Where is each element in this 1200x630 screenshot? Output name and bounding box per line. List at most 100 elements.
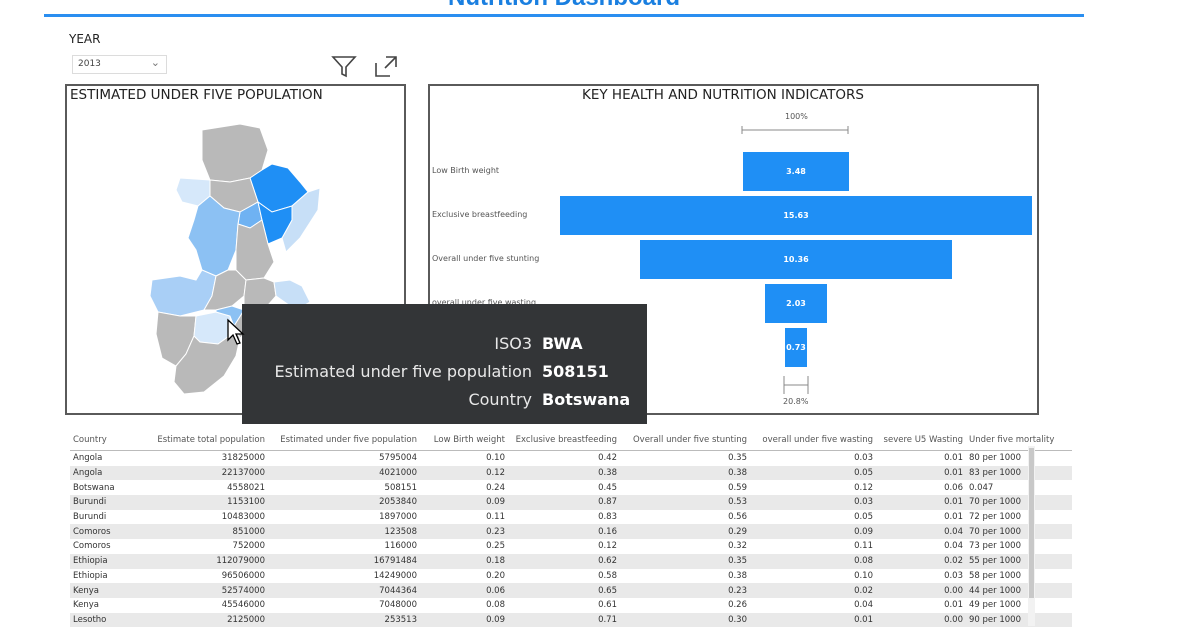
table-column-header[interactable]: overall under five wasting — [750, 430, 876, 451]
table-cell: 10483000 — [221, 512, 265, 523]
table-row[interactable]: Comoros 752000 116000 0.25 0.12 0.32 0.11 0.04 7… — [70, 539, 1072, 554]
table-cell: 0.11 — [854, 541, 873, 552]
table-column-header[interactable]: Overall under five stunting — [620, 430, 750, 451]
year-dropdown[interactable]: 2013 ⌄ — [72, 55, 167, 74]
table-cell: 0.03 — [854, 453, 873, 464]
table-cell: 1153100 — [144, 495, 268, 510]
table-cell: 0.00 — [876, 612, 966, 628]
table-row[interactable]: Burundi 10483000 1897000 0.11 0.83 0.56 0.05 0.… — [70, 510, 1072, 525]
table-cell: 0.18 — [420, 553, 508, 569]
table-cell: 0.83 — [598, 512, 617, 523]
table-row[interactable]: Angola 22137000 4021000 0.12 0.38 0.38 0.05 0.0… — [70, 465, 1072, 481]
funnel-bar[interactable]: 10.36 — [639, 240, 953, 279]
table-cell: 0.08 — [486, 600, 505, 611]
table-cell: 49 per 1000 — [969, 600, 1021, 611]
table-cell: 0.45 — [598, 482, 617, 493]
table-cell: 116000 — [384, 541, 417, 552]
table-cell: 72 per 1000 — [969, 512, 1021, 523]
table-cell: 0.04 — [944, 541, 963, 552]
table-row[interactable]: Comoros 851000 123508 0.23 0.16 0.29 0.09 0.04 7… — [70, 524, 1072, 540]
indicators-table[interactable]: Country Estimate total population Estimate… — [70, 430, 1072, 628]
table-cell: 0.01 — [876, 495, 966, 510]
table-row[interactable]: Lesotho 2125000 253513 0.09 0.71 0.30 0.01 0.00… — [70, 612, 1072, 628]
table-column-header[interactable]: Country — [70, 430, 144, 451]
funnel-bar[interactable]: 3.48 — [743, 152, 849, 191]
dashboard-title: Nutrition Dashboard — [44, 0, 1084, 12]
table-cell: 0.11 — [486, 512, 505, 523]
table-cell: 0.20 — [486, 570, 505, 581]
map-panel-title: ESTIMATED UNDER FIVE POPULATION — [70, 87, 323, 103]
table-row[interactable]: Ethiopia 96506000 14249000 0.20 0.58 0.38 0.10… — [70, 569, 1072, 584]
focus-mode-icon[interactable] — [373, 54, 399, 80]
table-cell: 0.23 — [420, 524, 508, 540]
table-scrollbar-thumb[interactable] — [1029, 448, 1034, 598]
table-row[interactable]: Ethiopia 112079000 16791484 0.18 0.62 0.35 0.0… — [70, 553, 1072, 569]
title-underline — [44, 14, 1084, 17]
table-cell: 851000 — [144, 524, 268, 540]
table-column-header[interactable]: Low Birth weight — [420, 430, 508, 451]
funnel-category-label: Exclusive breastfeeding — [432, 209, 528, 219]
table-cell: 0.01 — [944, 512, 963, 523]
table-cell: 0.25 — [486, 541, 505, 552]
table-cell: 0.53 — [620, 495, 750, 510]
table-cell: Comoros — [70, 524, 144, 540]
table-cell: 0.42 — [598, 453, 617, 464]
funnel-bar-value: 0.73 — [786, 343, 806, 352]
table-cell: Angola — [70, 465, 144, 481]
table-cell: 0.24 — [486, 482, 505, 493]
table-cell: 0.12 — [854, 482, 873, 493]
table-cell: 2053840 — [268, 495, 420, 510]
table-cell: 14249000 — [373, 570, 417, 581]
table-cell: 0.16 — [508, 524, 620, 540]
year-dropdown-value: 2013 — [78, 59, 101, 69]
table-column-header[interactable]: Exclusive breastfeeding — [508, 430, 620, 451]
funnel-bar[interactable]: 15.63 — [560, 196, 1032, 235]
funnel-bar[interactable]: 0.73 — [784, 328, 807, 367]
table-cell: 0.61 — [598, 600, 617, 611]
table-cell: 0.26 — [728, 600, 747, 611]
tooltip-label-iso3: ISO3 — [494, 334, 532, 353]
table-row[interactable]: Botswana 4558021 508151 0.24 0.45 0.59 0.12 0.0… — [70, 480, 1072, 495]
table-cell: 7044364 — [268, 583, 420, 598]
table-cell: 123508 — [268, 524, 420, 540]
table-column-header[interactable]: Estimated under five population — [268, 430, 420, 451]
table-cell: Lesotho — [70, 612, 144, 628]
table-cell: 0.62 — [508, 553, 620, 569]
table-cell: 0.047 — [969, 482, 994, 493]
table-cell: 0.04 — [876, 524, 966, 540]
funnel-bar[interactable]: 2.03 — [765, 284, 827, 323]
table-cell: 0.29 — [620, 524, 750, 540]
table-column-header[interactable]: Estimate total population — [144, 430, 268, 451]
table-row[interactable]: Burundi 1153100 2053840 0.09 0.87 0.53 0.03 0.0… — [70, 495, 1072, 510]
funnel-category-label: Low Birth weight — [432, 165, 500, 175]
table-cell: 90 per 1000 — [966, 612, 1072, 628]
tooltip-value-population: 508151 — [542, 362, 609, 381]
table-column-header[interactable]: Under five mortality — [966, 430, 1072, 451]
table-cell: 70 per 1000 — [966, 524, 1072, 540]
table-cell: 16791484 — [268, 553, 420, 569]
table-cell: 0.01 — [876, 465, 966, 481]
table-cell: 0.59 — [728, 482, 747, 493]
table-cell: 0.03 — [750, 495, 876, 510]
chevron-down-icon[interactable]: ⌄ — [151, 56, 160, 69]
table-cell: 4558021 — [227, 482, 265, 493]
table-column-header[interactable]: severe U5 Wasting — [876, 430, 966, 451]
table-cell: 0.56 — [728, 512, 747, 523]
table-cell: 0.35 — [620, 553, 750, 569]
table-cell: 0.12 — [598, 541, 617, 552]
table-cell: 45546000 — [221, 600, 265, 611]
table-cell: 0.09 — [750, 524, 876, 540]
table-row[interactable]: Angola 31825000 5795004 0.10 0.42 0.35 0.03 0.0… — [70, 451, 1072, 466]
table-cell: 4021000 — [268, 465, 420, 481]
table-row[interactable]: Kenya 45546000 7048000 0.08 0.61 0.26 0.04 0.01… — [70, 598, 1072, 613]
table-cell: 0.23 — [620, 583, 750, 598]
table-cell: 0.06 — [944, 482, 963, 493]
table-cell: Ethiopia — [70, 553, 144, 569]
table-row[interactable]: Kenya 52574000 7044364 0.06 0.65 0.23 0.02 0.00… — [70, 583, 1072, 598]
table-cell: 752000 — [232, 541, 265, 552]
table-cell: 0.38 — [508, 465, 620, 481]
table-cell: 0.65 — [508, 583, 620, 598]
filter-icon[interactable] — [331, 54, 357, 80]
table-cell: Ethiopia — [73, 570, 108, 581]
table-cell: 31825000 — [221, 453, 265, 464]
